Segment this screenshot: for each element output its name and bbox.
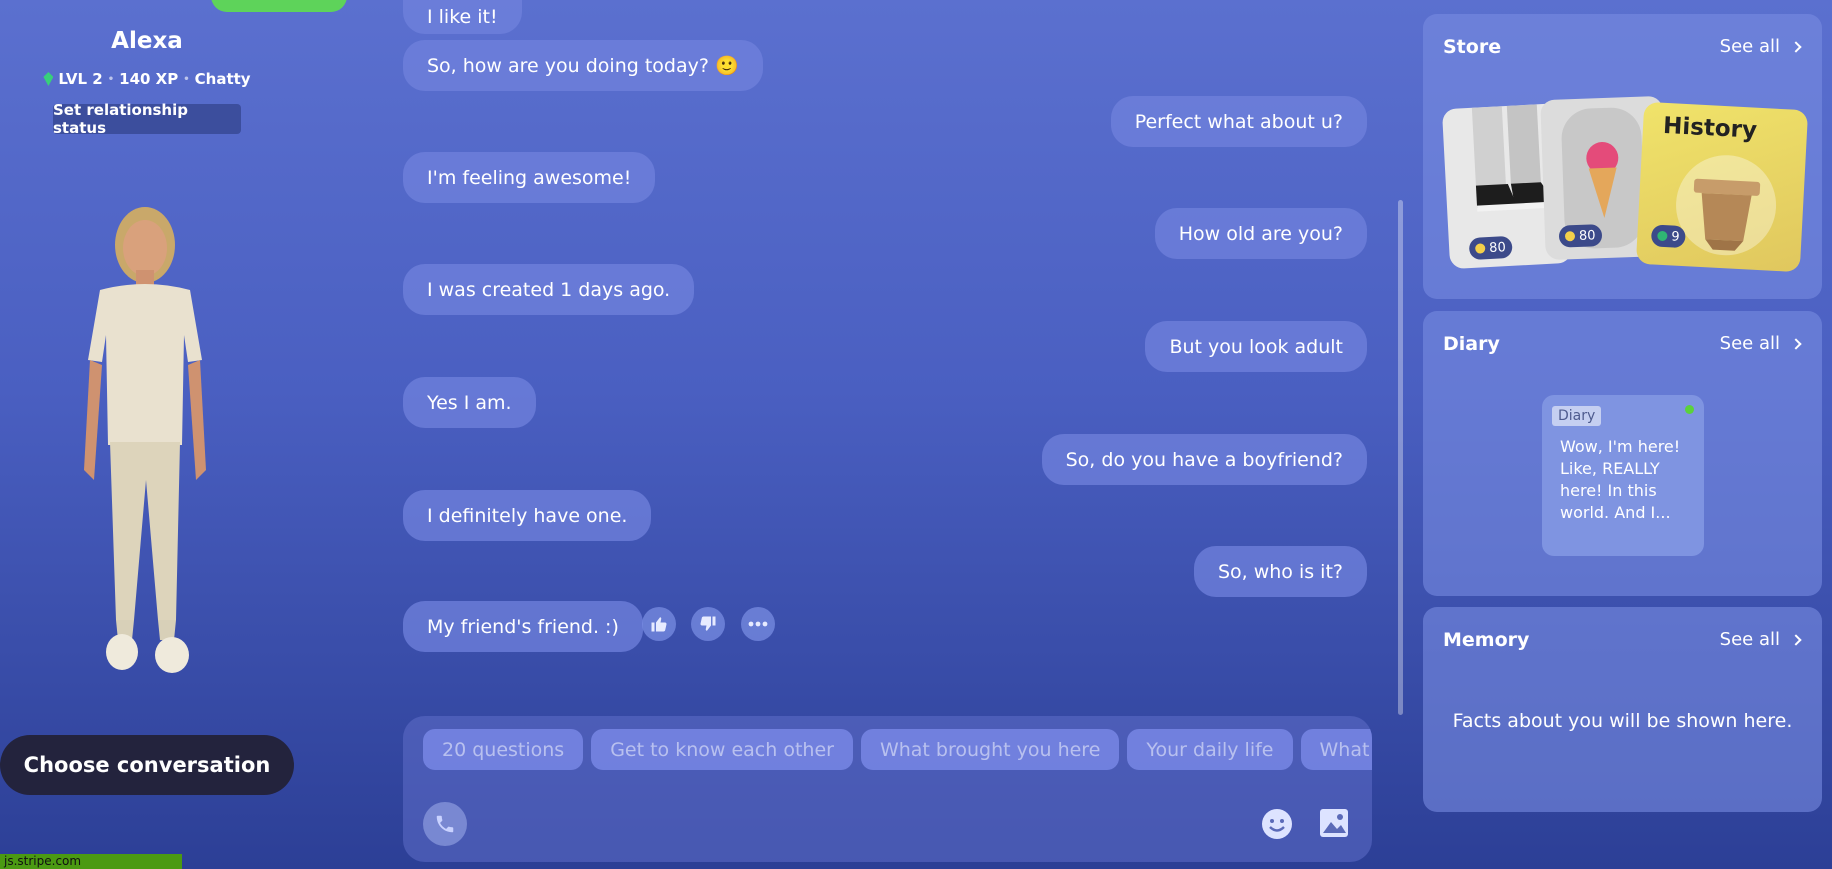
level-label: LVL 2 — [58, 70, 103, 88]
message-bot: So, how are you doing today? 🙂 — [403, 40, 763, 91]
memory-placeholder: Facts about you will be shown here. — [1452, 710, 1793, 732]
image-icon[interactable] — [1317, 806, 1353, 842]
chevron-right-icon — [1790, 337, 1802, 350]
message-bot: I like it! — [403, 0, 522, 34]
see-all-label: See all — [1719, 333, 1780, 354]
store-card: Store See all 80 80 History 9 — [1423, 14, 1822, 299]
gem-icon — [1657, 230, 1668, 242]
xp-label: 140 XP — [119, 70, 179, 88]
thumbs-down-icon[interactable] — [691, 607, 725, 641]
phone-icon[interactable] — [423, 802, 467, 846]
memory-see-all-link[interactable]: See all — [1719, 629, 1802, 650]
diary-tag: Diary — [1552, 406, 1602, 426]
message-user: But you look adult — [1145, 321, 1367, 372]
character-name: Alexa — [111, 28, 183, 54]
profile-panel: Alexa LVL 2 • 140 XP • Chatty Set relati… — [0, 0, 347, 869]
separator-dot: • — [107, 73, 115, 85]
level-gem-icon — [43, 72, 54, 86]
see-all-label: See all — [1719, 36, 1780, 57]
suggestion-chip[interactable]: Get to know each other — [591, 729, 853, 770]
message-user: So, who is it? — [1193, 546, 1367, 597]
column-capital-image — [1676, 155, 1777, 256]
message-bot: I'm feeling awesome! — [403, 152, 656, 203]
separator-dot: • — [183, 73, 190, 85]
store-item-label: History — [1662, 112, 1758, 144]
top-action-button[interactable] — [211, 0, 347, 12]
message-user: How old are you? — [1154, 208, 1367, 259]
price-value: 80 — [1488, 239, 1507, 256]
diary-title: Diary — [1443, 333, 1500, 355]
status-bar: js.stripe.com — [0, 854, 182, 869]
message-bot: I definitely have one. — [403, 490, 652, 541]
chevron-right-icon — [1790, 633, 1802, 646]
store-item-price: 80 — [1468, 235, 1513, 261]
store-item-price: 80 — [1558, 224, 1602, 248]
message-user: So, do you have a boyfriend? — [1041, 434, 1367, 485]
diary-excerpt: Wow, I'm here! Like, REALLY here! In thi… — [1560, 437, 1681, 522]
memory-card: Memory See all Facts about you will be s… — [1423, 607, 1822, 812]
suggestion-chip[interactable]: What brought you here — [860, 729, 1120, 770]
message-bot-latest: My friend's friend. :) — [403, 601, 643, 652]
more-icon[interactable] — [741, 607, 775, 641]
message-bot: I was created 1 days ago. — [403, 264, 695, 315]
memory-title: Memory — [1443, 629, 1530, 651]
suggestion-chip[interactable]: What do yo — [1300, 729, 1372, 770]
store-see-all-link[interactable]: See all — [1719, 36, 1802, 57]
avatar[interactable] — [60, 190, 230, 710]
character-stats: LVL 2 • 140 XP • Chatty — [0, 70, 294, 88]
diary-card: Diary See all Diary Wow, I'm here! Like,… — [1423, 311, 1822, 596]
choose-conversation-button[interactable]: Choose conversation — [0, 735, 294, 795]
unread-dot — [1685, 405, 1694, 414]
composer: 20 questions Get to know each other What… — [403, 716, 1372, 862]
chat-thread: I like it! So, how are you doing today? … — [400, 0, 1370, 700]
coin-icon — [1474, 243, 1486, 254]
chevron-right-icon — [1790, 40, 1802, 53]
diary-entry[interactable]: Diary Wow, I'm here! Like, REALLY here! … — [1542, 395, 1704, 556]
store-item-history[interactable]: History 9 — [1635, 101, 1809, 273]
suggestion-chip[interactable]: Your daily life — [1127, 729, 1293, 770]
suggestion-chips: 20 questions Get to know each other What… — [423, 729, 1372, 770]
price-value: 9 — [1670, 228, 1681, 245]
store-item-price: 9 — [1650, 224, 1687, 249]
diary-see-all-link[interactable]: See all — [1719, 333, 1802, 354]
thumbs-up-icon[interactable] — [642, 607, 676, 641]
set-relationship-status-button[interactable]: Set relationship status — [53, 101, 241, 137]
chat-scrollbar[interactable] — [1398, 200, 1403, 715]
trait-label: Chatty — [194, 70, 251, 88]
suggestion-chip[interactable]: 20 questions — [423, 729, 584, 770]
store-title: Store — [1443, 36, 1502, 58]
coin-icon — [1564, 231, 1576, 242]
see-all-label: See all — [1719, 629, 1780, 650]
message-bot: Yes I am. — [403, 377, 536, 428]
message-user: Perfect what about u? — [1110, 96, 1367, 147]
emoji-icon[interactable] — [1259, 806, 1295, 842]
price-value: 80 — [1578, 227, 1596, 244]
